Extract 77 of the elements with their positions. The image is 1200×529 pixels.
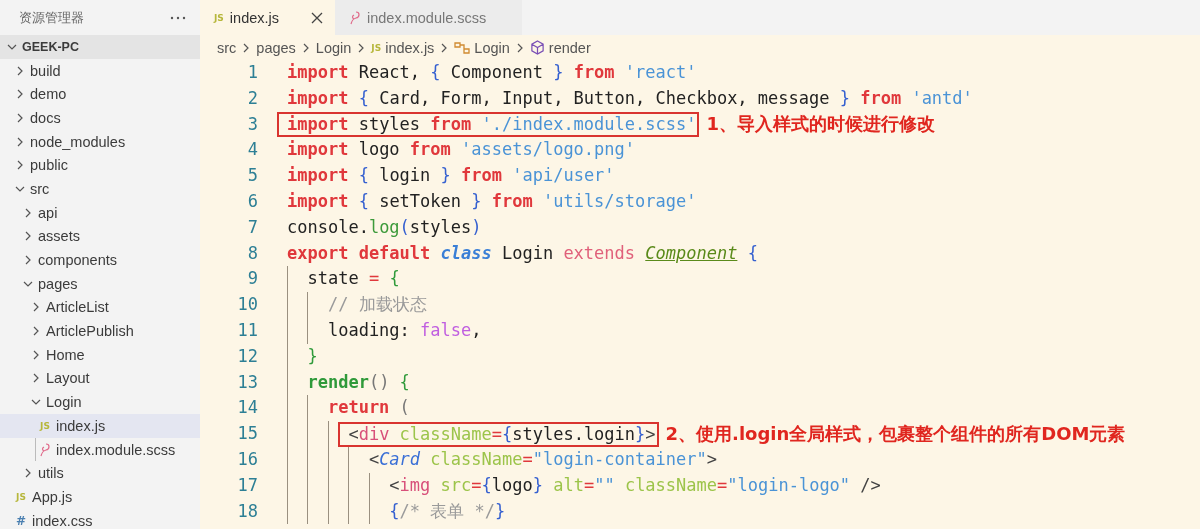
- line-number: 12: [236, 344, 258, 368]
- code-line: return (: [327, 396, 410, 420]
- tree-item[interactable]: ArticleList: [0, 295, 200, 320]
- line-number: 13: [236, 370, 258, 394]
- editor-tab[interactable]: JS index.js: [200, 0, 335, 35]
- tree-item[interactable]: build: [0, 58, 200, 83]
- annotation-text: 1、导入样式的时候进行修改: [706, 112, 935, 137]
- tree-item[interactable]: src: [0, 177, 200, 201]
- code-line: // 加载状态: [327, 293, 427, 317]
- js-file-icon: JS: [16, 491, 26, 502]
- code-line: import { setToken } from 'utils/storage': [287, 190, 697, 213]
- tree-item[interactable]: demo: [0, 82, 200, 107]
- js-file-icon: JS: [214, 12, 224, 23]
- explorer-title: 资源管理器: [19, 8, 84, 27]
- code-line: state = {: [307, 267, 400, 291]
- breadcrumb-item[interactable]: index.js: [385, 39, 435, 56]
- annotation-text: 2、使用.login全局样式，包裹整个组件的所有DOM元素: [665, 422, 1126, 447]
- line-number: 18: [236, 499, 258, 523]
- tree-item[interactable]: Login: [0, 390, 200, 414]
- line-number: 9: [246, 267, 258, 291]
- breadcrumb-item[interactable]: pages: [256, 39, 296, 56]
- line-number: 3: [246, 112, 258, 136]
- tree-item[interactable]: Home: [0, 342, 200, 367]
- breadcrumb-item[interactable]: render: [548, 39, 591, 56]
- code-line: import { login } from 'api/user': [287, 164, 615, 188]
- tree-item[interactable]: node_modules: [0, 129, 200, 154]
- line-number: 4: [246, 138, 258, 162]
- code-line: {/* 表单 */}: [389, 499, 506, 523]
- tree-item[interactable]: docs: [0, 106, 200, 130]
- code-line: import React, { Component } from 'react': [287, 61, 697, 84]
- line-number: 11: [236, 318, 258, 342]
- tree-item[interactable]: api: [0, 200, 200, 225]
- editor-tab[interactable]: index.module.scss: [335, 0, 523, 35]
- breadcrumb-item[interactable]: src: [217, 39, 237, 56]
- tree-item[interactable]: utils: [0, 461, 200, 486]
- scss-file-icon: [39, 442, 51, 457]
- scss-file-icon: [349, 10, 361, 25]
- css-file-icon: #: [15, 513, 27, 528]
- tree-item[interactable]: components: [0, 248, 200, 272]
- tree-item[interactable]: pages: [0, 271, 200, 296]
- line-number: 7: [246, 215, 258, 239]
- tree-item[interactable]: public: [0, 153, 200, 178]
- breadcrumb-item[interactable]: Login: [474, 39, 510, 56]
- project-header[interactable]: GEEK-PC: [0, 35, 200, 59]
- code-line: }: [307, 344, 318, 368]
- tree-item[interactable]: # index.css: [0, 508, 200, 529]
- line-number: 8: [246, 241, 258, 265]
- js-file-icon: JS: [371, 42, 382, 53]
- line-number: 10: [236, 293, 258, 317]
- line-number: 15: [236, 422, 258, 446]
- code-line: <Card className="login-container">: [368, 447, 717, 471]
- code-line: import { Card, Form, Input, Button, Checkbox, message } from 'antd': [287, 86, 973, 110]
- class-icon: [454, 40, 471, 55]
- line-number: 5: [246, 164, 258, 188]
- code-line: export default class Login extends Component {: [287, 241, 758, 265]
- line-number: 1: [246, 61, 258, 84]
- line-number: 16: [236, 447, 258, 471]
- js-file-icon: JS: [40, 420, 50, 431]
- code-line: render() {: [307, 370, 410, 394]
- breadcrumb-item[interactable]: Login: [315, 39, 352, 56]
- tree-item[interactable]: JS App.js: [0, 485, 200, 509]
- more-icon[interactable]: [170, 15, 186, 20]
- line-number: 17: [236, 473, 258, 497]
- code-line: <img src={logo} alt="" className="login-logo" />: [389, 473, 881, 497]
- tree-item[interactable]: assets: [0, 224, 200, 249]
- line-number: 2: [246, 86, 258, 110]
- code-line: import logo from 'assets/logo.png': [287, 138, 636, 162]
- code-line: loading: false,: [327, 318, 482, 342]
- line-number: 6: [246, 190, 258, 213]
- close-icon[interactable]: [311, 11, 323, 24]
- code-line: console.log(styles): [287, 215, 482, 239]
- cube-icon: [529, 40, 545, 55]
- tree-item[interactable]: index.module.scss: [0, 437, 200, 462]
- tree-item[interactable]: Layout: [0, 366, 200, 391]
- line-number: 14: [236, 396, 258, 420]
- tree-item[interactable]: ArticlePublish: [0, 319, 200, 343]
- tree-item[interactable]: JS index.js: [0, 414, 200, 438]
